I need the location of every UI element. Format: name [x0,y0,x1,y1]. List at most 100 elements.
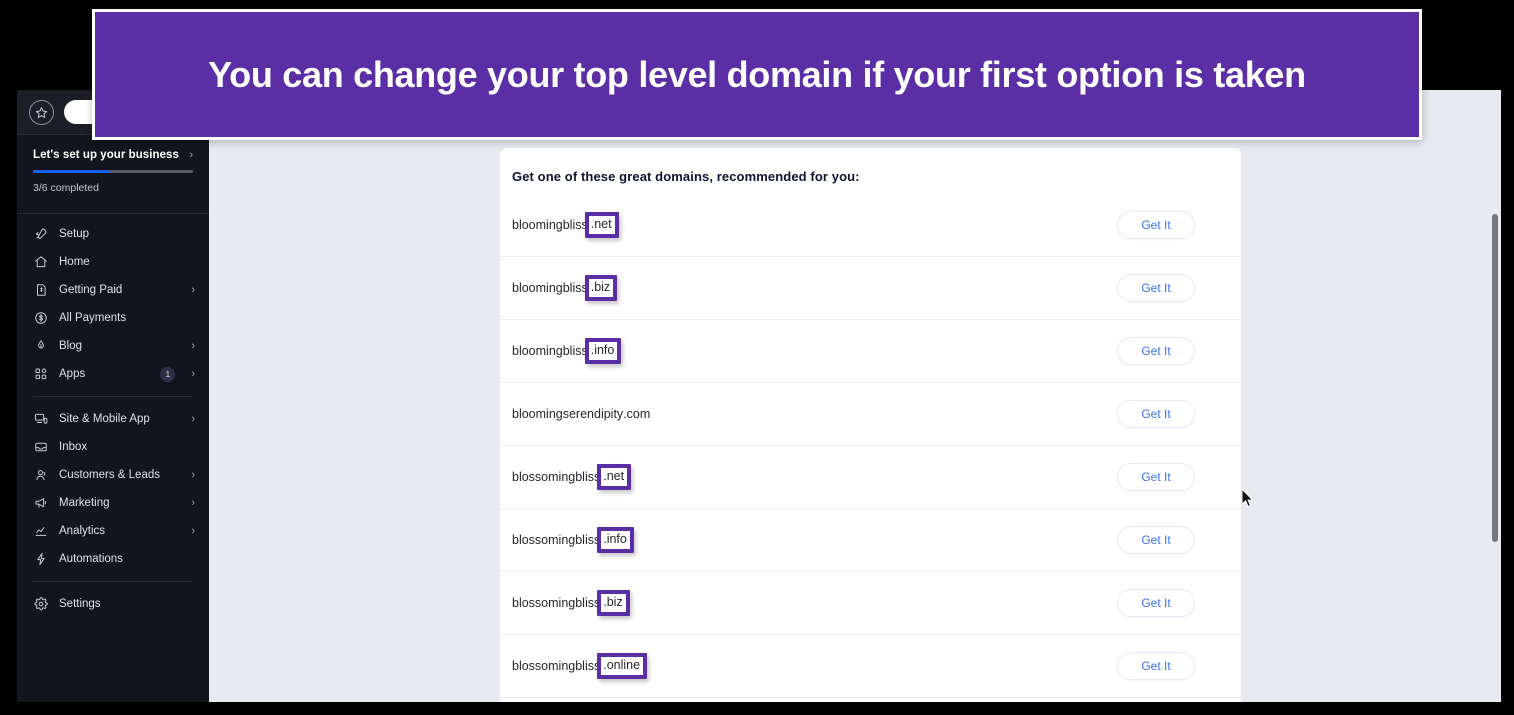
scrollbar-thumb[interactable] [1492,214,1498,542]
setup-progress-label: 3/6 completed [33,182,99,194]
sidebar-item-home[interactable]: Home [17,248,209,276]
content-area: Get one of these great domains, recommen… [209,90,1501,702]
chevron-right-icon: › [189,148,193,161]
monitor-icon [33,412,48,427]
sidebar-nav-list: Setup Home Getting Paid › All Payments Blog › A… [17,220,209,618]
domain-sld: blossomingbliss [512,596,601,610]
megaphone-icon [33,496,48,511]
sidebar-item-settings[interactable]: Settings [17,590,209,618]
get-it-button[interactable]: Get It [1117,526,1195,554]
chart-icon [33,524,48,539]
chevron-right-icon: › [191,283,195,296]
receipt-icon [33,283,48,298]
domain-sld: blossomingbliss [512,533,601,547]
domain-sld: bloomingbliss [512,344,588,358]
get-it-button[interactable]: Get It [1117,463,1195,491]
domain-row: blossomingbliss .biz Get It [500,572,1241,635]
sidebar-item-setup[interactable]: Setup [17,220,209,248]
sidebar-item-label: Analytics [59,525,106,537]
domain-row: bloomingbliss .biz Get It [500,257,1241,320]
sidebar-item-label: Getting Paid [59,284,123,296]
domain-sld: blossomingbliss [512,659,601,673]
domain-row: bloomingbliss .info Get It [500,320,1241,383]
domain-row: blossomingbliss .info Get It [500,509,1241,572]
sidebar-item-label: Automations [59,553,123,565]
sidebar-item-customers-leads[interactable]: Customers & Leads › [17,461,209,489]
domain-row: bloomingbliss .net Get It [500,194,1241,257]
sidebar-item-label: Site & Mobile App [59,413,150,425]
get-it-button[interactable]: Get It [1117,337,1195,365]
chevron-right-icon: › [191,496,195,509]
chevron-right-icon: › [191,468,195,481]
sidebar-item-automations[interactable]: Automations [17,545,209,573]
domain-tld: .online [597,653,648,679]
sidebar-item-blog[interactable]: Blog › [17,332,209,360]
dollar-circle-icon [33,311,48,326]
page-title: Get one of these great domains, recommen… [512,169,860,184]
annotation-banner-text: You can change your top level domain if … [208,53,1306,95]
rocket-icon [33,227,48,242]
sidebar-item-label: Customers & Leads [59,469,160,481]
annotation-banner: You can change your top level domain if … [92,9,1422,140]
chevron-right-icon: › [191,412,195,425]
domain-tld: .info [584,338,622,364]
domain-tld: .biz [597,590,630,616]
domain-name: bloomingserendipity .com [512,407,650,421]
screenshot-root: Let's set up your business › 3/6 complet… [0,0,1514,715]
content-scrollbar[interactable] [1487,90,1501,702]
get-it-button[interactable]: Get It [1117,400,1195,428]
domain-name: blossomingbliss .online [512,653,648,679]
setup-progress-bar [33,170,193,173]
get-it-button[interactable]: Get It [1117,274,1195,302]
setup-progress-block[interactable]: Let's set up your business › 3/6 complet… [17,135,209,204]
setup-progress-fill [33,170,110,173]
sidebar: Let's set up your business › 3/6 complet… [17,90,209,702]
domain-name: blossomingbliss .net [512,464,632,490]
get-it-button[interactable]: Get It [1117,589,1195,617]
chevron-right-icon: › [191,524,195,537]
domain-sld: bloomingbliss [512,218,588,232]
sidebar-item-all-payments[interactable]: All Payments [17,304,209,332]
domain-tld: .net [584,212,619,238]
domain-tld: .net [597,464,632,490]
sidebar-item-inbox[interactable]: Inbox [17,433,209,461]
sidebar-item-label: Setup [59,228,90,240]
sidebar-item-label: Blog [59,340,83,352]
sidebar-divider-3 [33,581,193,582]
domain-name: blossomingbliss .info [512,527,634,553]
app-window: Let's set up your business › 3/6 complet… [17,90,1501,702]
sidebar-item-label: Apps [59,368,86,380]
sidebar-item-label: Home [59,256,90,268]
domain-tld: .biz [584,275,618,301]
sidebar-item-analytics[interactable]: Analytics › [17,517,209,545]
setup-progress-row[interactable]: Let's set up your business › [33,149,193,161]
chevron-right-icon: › [191,339,195,352]
domain-sld: blossomingbliss [512,470,601,484]
domain-list: bloomingbliss .net Get It bloomingbliss .biz… [500,194,1241,698]
inbox-icon [33,440,48,455]
sidebar-item-site-mobile-app[interactable]: Site & Mobile App › [17,405,209,433]
sidebar-item-apps[interactable]: Apps 1 › [17,360,209,388]
home-icon [33,255,48,270]
chevron-right-icon: › [191,367,195,380]
sidebar-item-label: All Payments [59,312,127,324]
sidebar-item-getting-paid[interactable]: Getting Paid › [17,276,209,304]
pen-icon [33,339,48,354]
gear-icon [33,597,48,612]
bolt-icon [33,552,48,567]
star-icon[interactable] [29,99,54,125]
domain-tld: .com [623,407,651,421]
domain-suggestions-card: Get one of these great domains, recommen… [500,148,1241,702]
get-it-button[interactable]: Get It [1117,652,1195,680]
sidebar-item-marketing[interactable]: Marketing › [17,489,209,517]
get-it-button[interactable]: Get It [1117,211,1195,239]
domain-tld: .info [597,527,634,553]
domain-sld: bloomingbliss [512,281,588,295]
people-icon [33,468,48,483]
sidebar-item-label: Inbox [59,441,88,453]
sidebar-item-label: Marketing [59,497,110,509]
sidebar-divider-1 [17,213,209,214]
domain-row: bloomingserendipity .com Get It [500,383,1241,446]
apps-grid-icon [33,367,48,382]
sidebar-item-label: Settings [59,598,101,610]
